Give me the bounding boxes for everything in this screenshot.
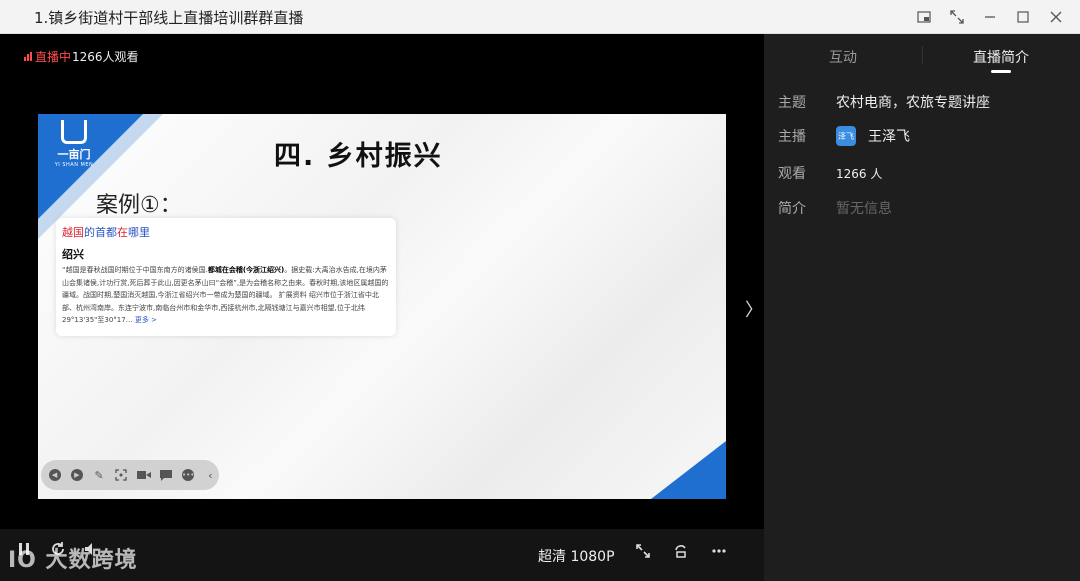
views-value: 1266 人 — [836, 166, 883, 181]
side-panel: 互动 直播简介 主题 农村电商，农旅专题讲座 主播 泽飞 王泽飞 观看 1266… — [764, 34, 1080, 581]
host-value: 王泽飞 — [868, 129, 910, 145]
info-key: 简介 — [778, 201, 806, 217]
comment-icon[interactable] — [157, 466, 174, 484]
more-options-icon[interactable] — [711, 543, 727, 564]
brand-logo: 一亩门 YI SHAN MEN — [48, 118, 100, 174]
next-slide-icon[interactable]: ▶ — [68, 466, 85, 484]
camera-icon[interactable] — [135, 466, 152, 484]
card-answer-body: “越国是春秋战国时期位于中国东南方的诸侯国.都城在会稽(今浙江绍兴)。据史载:大… — [62, 264, 390, 327]
active-tab-indicator — [991, 70, 1011, 73]
question-part: 在 — [117, 226, 128, 239]
card-question: 越国的首都在哪里 — [62, 224, 390, 240]
live-status: 直播中 1266人观看 — [24, 48, 139, 65]
info-row-topic: 主题 农村电商，农旅专题讲座 — [778, 92, 990, 112]
prev-slide-icon[interactable]: ◀ — [46, 466, 63, 484]
screenshot-icon[interactable] — [113, 466, 130, 484]
answer-text: 。据史载:大禹治水告成,在境内茅山会集诸侯,计功行赏,死后葬于此山,因更名茅山曰… — [62, 266, 389, 324]
question-part: 的首都 — [84, 226, 117, 239]
info-row-views: 观看 1266 人 — [778, 163, 882, 183]
panel-tabs: 互动 直播简介 — [764, 34, 1080, 76]
fullscreen-icon[interactable] — [940, 0, 973, 34]
window-controls — [907, 0, 1072, 34]
question-part: 越国 — [62, 226, 84, 239]
collapse-icon[interactable]: ‹ — [202, 466, 219, 484]
tab-divider — [922, 46, 923, 64]
answer-bold-text: 都城在会稽(今浙江绍兴) — [207, 266, 285, 274]
live-label: 直播中 — [35, 50, 72, 64]
signal-bars-icon — [24, 52, 32, 61]
tab-live-intro[interactable]: 直播简介 — [973, 47, 1029, 67]
info-row-host: 主播 泽飞 王泽飞 — [778, 126, 910, 146]
tab-interaction[interactable]: 互动 — [829, 47, 857, 67]
case-label: 案例①： — [96, 193, 182, 218]
video-player[interactable]: 直播中 1266人观看 一亩门 YI SHAN MEN 四. 乡村振兴 案例①：… — [0, 34, 764, 581]
info-key: 主播 — [778, 129, 806, 145]
control-group-right — [635, 543, 727, 564]
avatar: 泽飞 — [836, 126, 856, 146]
close-icon[interactable] — [1039, 0, 1072, 34]
slide-title: 四. 乡村振兴 — [274, 141, 443, 172]
quality-selector[interactable]: 超清 1080P — [538, 546, 615, 566]
maximize-icon[interactable] — [1006, 0, 1039, 34]
logo-mark-icon — [61, 120, 87, 144]
search-result-card: 越国的首都在哪里 绍兴 “越国是春秋战国时期位于中国东南方的诸侯国.都城在会稽(… — [56, 218, 396, 336]
window-title: 1.镇乡街道村干部线上直播培训群群直播 — [34, 9, 304, 27]
info-key: 观看 — [778, 166, 806, 182]
logo-subtext: YI SHAN MEN — [54, 162, 94, 168]
slide-corner-decoration — [651, 441, 726, 499]
pen-icon[interactable]: ✎ — [91, 466, 108, 484]
rotate-icon[interactable] — [673, 543, 689, 564]
expand-icon[interactable] — [635, 543, 651, 564]
question-part: 哪里 — [128, 226, 150, 239]
viewer-count: 1266人观看 — [72, 50, 139, 64]
more-link: 更多 > — [134, 316, 158, 324]
info-key: 主题 — [778, 95, 806, 111]
presentation-slide: 一亩门 YI SHAN MEN 四. 乡村振兴 案例①： 越国的首都在哪里 绍兴… — [38, 114, 726, 499]
logo-text: 一亩门 — [57, 148, 91, 161]
topic-value: 农村电商，农旅专题讲座 — [836, 95, 990, 111]
title-bar: 1.镇乡街道村干部线上直播培训群群直播 — [0, 0, 1080, 34]
card-answer-heading: 绍兴 — [62, 248, 84, 261]
watermark: IO 大数跨境 — [8, 548, 138, 573]
slide-toolbar: ◀ ▶ ✎ ••• ‹ — [41, 460, 219, 490]
answer-text: “越国是春秋战国时期位于中国东南方的诸侯国. — [62, 266, 208, 274]
more-icon[interactable]: ••• — [180, 466, 197, 484]
intro-value: 暂无信息 — [836, 201, 892, 217]
pip-icon[interactable] — [907, 0, 940, 34]
minimize-icon[interactable] — [973, 0, 1006, 34]
info-row-intro: 简介 暂无信息 — [778, 198, 892, 218]
next-arrow-icon[interactable]: 〉 — [745, 296, 763, 322]
